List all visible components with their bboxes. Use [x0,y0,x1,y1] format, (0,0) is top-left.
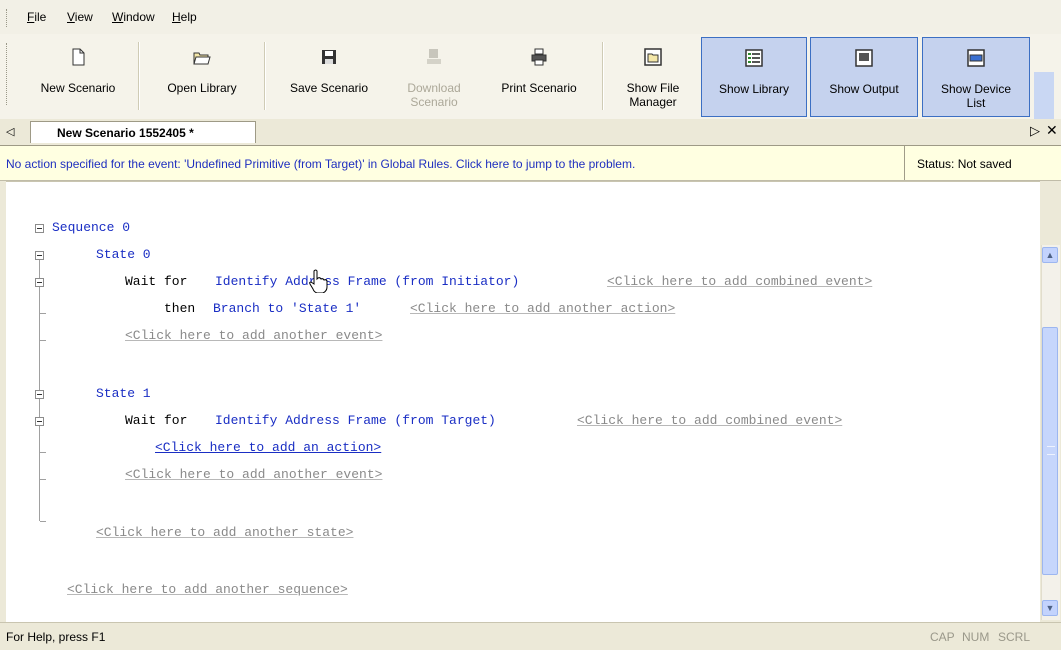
device-list-label-line1: Show Device [940,82,1012,96]
toolbar: New Scenario Open Library Save Scenario … [0,34,1061,150]
show-device-list-button[interactable]: Show Device List [922,37,1030,117]
wait-for-label: Wait for [125,413,188,428]
sequence-0-label[interactable]: Sequence 0 [52,220,130,235]
status-bar: For Help, press F1 CAP NUM SCRL [0,622,1061,650]
scenario-editor[interactable]: Sequence 0 State 0 Wait for Identify Add… [6,181,1040,622]
event-1-link[interactable]: Identify Address Frame (from Initiator) [215,274,519,289]
state-0-label[interactable]: State 0 [96,247,151,262]
tree-line-sequence [39,252,40,521]
collapse-sequence-icon[interactable] [35,224,44,233]
collapse-event-1-icon[interactable] [35,278,44,287]
menu-help[interactable]: Help [172,10,197,24]
show-library-label: Show Library [718,82,790,96]
add-another-event-link[interactable]: <Click here to add another event> [125,328,382,343]
problem-message-bar: No action specified for the event: 'Unde… [0,146,1061,181]
menu-view[interactable]: View [67,10,93,24]
problem-message-link[interactable]: No action specified for the event: 'Unde… [6,157,635,171]
help-hint: For Help, press F1 [6,630,106,644]
toolbar-grip[interactable] [6,43,9,105]
close-tab-icon[interactable]: ✕ [1046,122,1058,139]
print-scenario-label: Print Scenario [501,81,577,95]
file-manager-label-line1: Show File [626,81,680,95]
scroll-tabs-left-icon[interactable]: ◁ [6,125,14,138]
tree-branch [40,313,46,314]
tab-strip: ◁ New Scenario 1552405 * ▷ ✕ [0,119,1061,146]
wait-for-label: Wait for [125,274,188,289]
scroll-up-icon[interactable]: ▲ [1042,247,1058,263]
save-disk-icon [322,50,336,64]
add-another-state-link[interactable]: <Click here to add another state> [96,525,353,540]
then-label: then [164,301,196,316]
output-icon [855,49,873,67]
add-another-event-link[interactable]: <Click here to add another event> [125,467,382,482]
open-library-button[interactable]: Open Library [144,37,260,117]
library-icon [745,49,763,67]
scroll-down-icon[interactable]: ▼ [1042,600,1058,616]
save-status-text: Status: Not saved [917,157,1012,171]
tree-branch [40,340,46,341]
show-output-button[interactable]: Show Output [810,37,918,117]
add-another-action-link[interactable]: <Click here to add another action> [410,301,675,316]
add-combined-event-link[interactable]: <Click here to add combined event> [607,274,872,289]
scrollbar-track[interactable]: ▲ ▼ [1041,245,1059,621]
action-1-link[interactable]: Branch to 'State 1' [213,301,361,316]
num-lock-indicator: NUM [962,630,990,644]
open-folder-icon [193,52,211,65]
add-another-sequence-link[interactable]: <Click here to add another sequence> [67,582,348,597]
save-status: Status: Not saved [904,146,1061,180]
new-scenario-button[interactable]: New Scenario [22,37,134,117]
download-label-line1: Download [407,81,461,95]
download-icon [427,49,441,64]
state-1-label[interactable]: State 1 [96,386,151,401]
menu-bar: File View Window Help [0,0,1061,35]
show-file-manager-button[interactable]: Show File Manager [608,37,698,117]
add-combined-event-link[interactable]: <Click here to add combined event> [577,413,842,428]
scroll-lock-indicator: SCRL [998,630,1031,644]
add-an-action-link[interactable]: <Click here to add an action> [155,440,381,455]
show-file-manager-label: Show File Manager [608,81,698,109]
save-scenario-label: Save Scenario [289,81,369,95]
event-2-link[interactable]: Identify Address Frame (from Target) [215,413,496,428]
download-scenario-button: Download Scenario [396,37,472,117]
device-list-icon [967,49,985,67]
new-document-icon [72,48,85,66]
scroll-tabs-right-icon[interactable]: ▷ [1030,123,1040,139]
menu-window[interactable]: Window [112,10,155,24]
tree-branch [40,452,46,453]
file-manager-icon [644,48,662,66]
scrollbar-thumb[interactable] [1042,327,1058,575]
download-label-line2: Scenario [410,95,458,109]
download-scenario-label: Download Scenario [396,81,472,109]
print-scenario-button[interactable]: Print Scenario [482,37,596,117]
hand-cursor-icon [309,269,328,293]
save-scenario-button[interactable]: Save Scenario [270,37,388,117]
printer-icon [531,48,547,66]
file-manager-label-line2: Manager [629,95,677,109]
collapse-state-0-icon[interactable] [35,251,44,260]
collapse-state-1-icon[interactable] [35,390,44,399]
tab-title: New Scenario 1552405 * [57,126,194,140]
menu-file[interactable]: File [27,10,46,24]
open-library-label: Open Library [167,81,237,95]
tab-new-scenario[interactable]: New Scenario 1552405 * [30,121,256,143]
menu-grip[interactable] [6,9,9,27]
show-library-button[interactable]: Show Library [701,37,807,117]
collapse-event-2-icon[interactable] [35,417,44,426]
show-device-list-label: Show Device List [923,82,1029,110]
tree-branch [40,521,46,522]
device-list-label-line2: List [966,96,986,110]
show-output-label: Show Output [829,82,899,96]
caps-lock-indicator: CAP [930,630,955,644]
tree-branch [40,479,46,480]
new-scenario-label: New Scenario [40,81,116,95]
